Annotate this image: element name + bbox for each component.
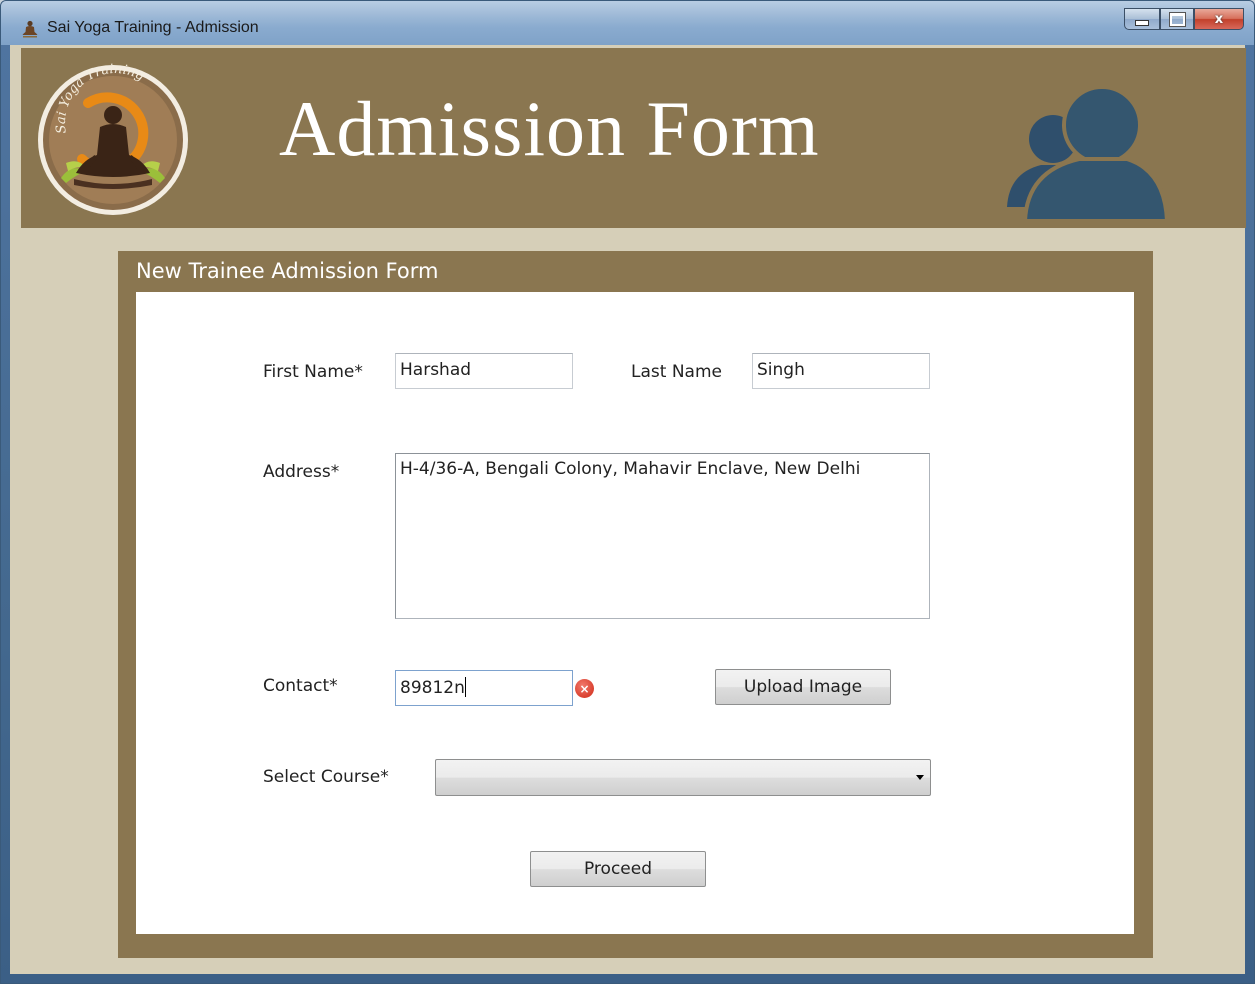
window-title: Sai Yoga Training - Admission — [47, 19, 259, 36]
error-icon: × — [575, 679, 594, 698]
last-name-field[interactable]: Singh — [752, 353, 930, 389]
page-title: Admission Form — [279, 85, 820, 172]
close-button[interactable]: x — [1194, 8, 1244, 30]
first-name-label: First Name* — [263, 362, 363, 382]
meditating-yogi-logo: Sai Yoga Training — [38, 63, 188, 215]
last-name-label: Last Name — [631, 362, 722, 382]
caption-buttons: x — [1124, 8, 1244, 30]
select-course-label: Select Course* — [263, 767, 389, 787]
first-name-field[interactable]: Harshad — [395, 353, 573, 389]
minimize-button[interactable] — [1124, 8, 1160, 30]
address-label: Address* — [263, 462, 340, 482]
header-banner: Sai Yoga Training Admission Form — [21, 48, 1246, 228]
app-icon — [22, 20, 38, 38]
app-window: Sai Yoga Training - Admission x Sai Yoga… — [0, 0, 1255, 984]
client-area: Sai Yoga Training Admission Form New Tra… — [10, 45, 1246, 974]
minimize-icon — [1135, 20, 1149, 26]
contact-label: Contact* — [263, 676, 338, 696]
maximize-icon — [1168, 11, 1186, 27]
panel-title: New Trainee Admission Form — [136, 259, 439, 283]
contact-value: 89812n — [400, 678, 465, 698]
form-body: First Name* Harshad Last Name Singh Addr… — [136, 292, 1134, 934]
course-dropdown[interactable] — [435, 759, 931, 796]
close-icon: x — [1214, 11, 1224, 27]
text-caret — [464, 677, 466, 697]
maximize-button[interactable] — [1160, 8, 1194, 30]
proceed-button[interactable]: Proceed — [530, 851, 706, 887]
admission-panel: New Trainee Admission Form First Name* H… — [118, 251, 1153, 958]
title-bar[interactable]: Sai Yoga Training - Admission x — [1, 1, 1254, 45]
upload-image-button[interactable]: Upload Image — [715, 669, 891, 705]
address-field[interactable]: H-4/36-A, Bengali Colony, Mahavir Enclav… — [395, 453, 930, 619]
users-icon — [1007, 85, 1167, 223]
chevron-down-icon — [916, 775, 924, 780]
contact-field[interactable]: 89812n — [395, 670, 573, 706]
